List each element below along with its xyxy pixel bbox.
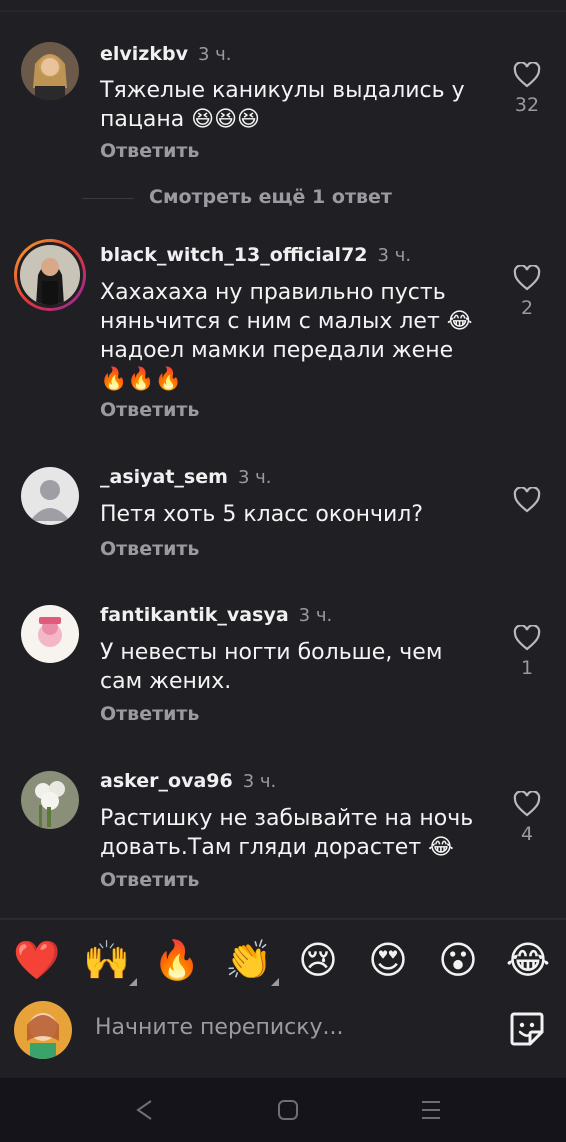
skin-tone-indicator bbox=[271, 978, 279, 986]
view-more-replies[interactable]: Смотреть ещё 1 ответ bbox=[82, 186, 392, 212]
comment-line: Петя хоть 5 класс окончил? bbox=[100, 502, 424, 527]
like-button[interactable] bbox=[510, 487, 544, 519]
avatar[interactable] bbox=[21, 42, 79, 100]
avatar[interactable] bbox=[21, 605, 79, 663]
comment-line: Растишку не забывайте на ночь bbox=[100, 806, 474, 831]
like-count: 2 bbox=[520, 297, 534, 319]
comment-text: Хахахаха ну правильно пусть няньчится с … bbox=[100, 278, 490, 394]
comment-meta: _asiyat_sem 3 ч. bbox=[100, 465, 271, 490]
comment-text: У невесты ногти больше, чем сам жених. bbox=[100, 638, 490, 696]
comment-line: Хахахаха ну правильно пусть bbox=[100, 280, 446, 305]
reply-button[interactable]: Ответить bbox=[100, 140, 199, 162]
heart-outline-icon bbox=[513, 62, 541, 88]
like-button[interactable]: 32 bbox=[510, 62, 544, 116]
more-replies-line bbox=[82, 198, 134, 199]
reply-button[interactable]: Ответить bbox=[100, 538, 199, 560]
timestamp: 3 ч. bbox=[377, 245, 412, 266]
sticker-button[interactable] bbox=[508, 1010, 546, 1052]
heart-outline-icon bbox=[513, 791, 541, 817]
comment-line: надоел мамки передали жене bbox=[100, 338, 454, 363]
avatar bbox=[17, 242, 83, 308]
timestamp: 3 ч. bbox=[197, 44, 232, 65]
comment-line: пацана 😆😆😆 bbox=[100, 107, 260, 132]
comment-text: Растишку не забывайте на ночь довать.Там… bbox=[100, 804, 490, 862]
timestamp: 3 ч. bbox=[237, 467, 272, 488]
back-button[interactable] bbox=[133, 1098, 155, 1126]
reply-button[interactable]: Ответить bbox=[100, 703, 199, 725]
reaction-fire[interactable]: 🔥 bbox=[153, 932, 201, 988]
reaction-raised-hands-glyph: 🙌 bbox=[83, 938, 131, 982]
reaction-raised-hands[interactable]: 🙌 bbox=[83, 932, 137, 988]
like-button[interactable]: 2 bbox=[510, 265, 544, 319]
username[interactable]: _asiyat_sem bbox=[100, 466, 228, 488]
home-button[interactable] bbox=[276, 1098, 300, 1126]
like-count: 32 bbox=[514, 94, 540, 116]
comment-line: У невесты ногти больше, чем bbox=[100, 640, 443, 665]
comment-text: Петя хоть 5 класс окончил? bbox=[100, 500, 490, 529]
heart-outline-icon bbox=[513, 265, 541, 291]
comment-line: сам жених. bbox=[100, 669, 232, 694]
like-count: 1 bbox=[520, 657, 534, 679]
timestamp: 3 ч. bbox=[242, 771, 277, 792]
reaction-heart-eyes[interactable]: 😍 bbox=[364, 932, 412, 988]
comment-line: 🔥🔥🔥 bbox=[100, 367, 183, 392]
like-button[interactable]: 4 bbox=[510, 791, 544, 845]
like-count: 4 bbox=[520, 823, 534, 845]
reply-button[interactable]: Ответить bbox=[100, 869, 199, 891]
view-more-replies-label: Смотреть ещё 1 ответ bbox=[149, 186, 392, 208]
reaction-clap-glyph: 👏 bbox=[225, 938, 273, 982]
quick-reactions-bar: ❤️ 🙌 🔥 👏 😢 😍 😮 😂 bbox=[0, 932, 566, 988]
home-icon bbox=[278, 1100, 298, 1120]
reaction-clap[interactable]: 👏 bbox=[225, 932, 279, 988]
username[interactable]: fantikantik_vasya bbox=[100, 604, 289, 626]
comment-meta: asker_ova96 3 ч. bbox=[100, 769, 276, 794]
reaction-heart[interactable]: ❤️ bbox=[13, 932, 61, 988]
reaction-crying[interactable]: 😢 bbox=[294, 932, 342, 988]
composer-divider bbox=[0, 918, 566, 920]
username[interactable]: asker_ova96 bbox=[100, 770, 233, 792]
like-button[interactable]: 1 bbox=[510, 625, 544, 679]
comment-text: Тяжелые каникулы выдались у пацана 😆😆😆 bbox=[100, 76, 490, 134]
menu-button[interactable] bbox=[419, 1098, 443, 1126]
menu-icon bbox=[422, 1101, 440, 1119]
avatar-story-ring[interactable] bbox=[14, 239, 86, 311]
comment-composer: Начните переписку... bbox=[0, 998, 566, 1064]
comment-line: няньчится с ним с малых лет 😂 bbox=[100, 309, 473, 334]
avatar[interactable] bbox=[21, 467, 79, 525]
sticker-icon bbox=[510, 1012, 544, 1046]
comment-line: довать.Там гляди дорастет 😂 bbox=[100, 835, 454, 860]
comment-line: Тяжелые каникулы выдались у bbox=[100, 78, 465, 103]
back-icon bbox=[136, 1100, 152, 1120]
skin-tone-indicator bbox=[129, 978, 137, 986]
default-avatar-icon bbox=[21, 467, 79, 525]
comment-meta: black_witch_13_official72 3 ч. bbox=[100, 243, 411, 268]
comment-meta: elvizkbv 3 ч. bbox=[100, 42, 232, 67]
comment-input[interactable]: Начните переписку... bbox=[95, 1015, 344, 1040]
reply-button[interactable]: Ответить bbox=[100, 399, 199, 421]
username[interactable]: elvizkbv bbox=[100, 43, 188, 65]
heart-outline-icon bbox=[513, 487, 541, 513]
reaction-laughing[interactable]: 😂 bbox=[504, 932, 552, 988]
my-avatar bbox=[14, 1001, 72, 1059]
avatar[interactable] bbox=[21, 771, 79, 829]
system-nav-bar bbox=[0, 1078, 566, 1142]
reaction-surprised[interactable]: 😮 bbox=[434, 932, 482, 988]
comment-meta: fantikantik_vasya 3 ч. bbox=[100, 603, 332, 628]
heart-outline-icon bbox=[513, 625, 541, 651]
top-divider bbox=[0, 10, 566, 12]
username[interactable]: black_witch_13_official72 bbox=[100, 244, 368, 266]
timestamp: 3 ч. bbox=[298, 605, 333, 626]
